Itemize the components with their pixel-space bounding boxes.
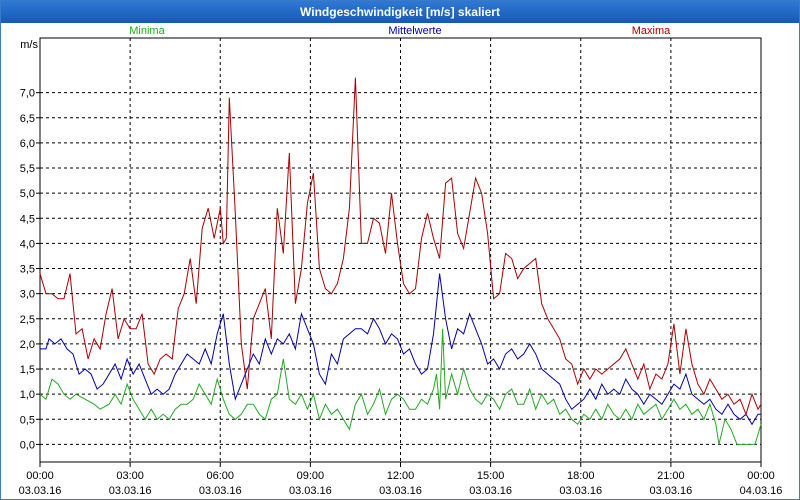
y-tick-label: 2,0 xyxy=(20,339,35,351)
y-tick-label: 1,0 xyxy=(20,389,35,401)
y-tick-label: 5,0 xyxy=(20,188,35,200)
y-tick-label: 4,0 xyxy=(20,238,35,250)
x-tick-time: 00:00 xyxy=(747,470,775,482)
y-tick-label: 4,5 xyxy=(20,213,35,225)
y-tick-label: 0,5 xyxy=(20,414,35,426)
y-tick-label: 2,5 xyxy=(20,314,35,326)
x-tick-time: 12:00 xyxy=(387,470,415,482)
y-tick-label: 5,5 xyxy=(20,163,35,175)
y-tick-label: 7,0 xyxy=(20,88,35,100)
legend-maxima: Maxima xyxy=(632,25,671,37)
x-tick-time: 00:00 xyxy=(26,470,54,482)
x-tick-time: 15:00 xyxy=(477,470,505,482)
x-tick-date: 03.03.16 xyxy=(109,485,152,497)
x-tick-time: 03:00 xyxy=(116,470,144,482)
y-tick-label: 3,5 xyxy=(20,264,35,276)
x-tick-time: 18:00 xyxy=(567,470,595,482)
x-tick-date: 03.03.16 xyxy=(559,485,602,497)
x-tick-date: 03.03.16 xyxy=(289,485,332,497)
x-tick-date: 03.03.16 xyxy=(199,485,242,497)
legend-minima: Minima xyxy=(129,25,165,37)
wind-speed-chart: 0,0 0,5 1,0 1,5 2,0 2,5 3,0 3,5 4,0 4,5 5,0 5,5 6,0 6… xyxy=(19,25,783,497)
y-tick-label: 1,5 xyxy=(20,364,35,376)
legend-mittel: Mittelwerte xyxy=(388,25,441,37)
y-tick-label: 0,0 xyxy=(20,439,35,451)
x-tick-date: 03.03.16 xyxy=(649,485,692,497)
x-tick-date: 03.03.16 xyxy=(19,485,62,497)
x-tick-date: 03.03.16 xyxy=(469,485,512,497)
x-tick-time: 06:00 xyxy=(206,470,234,482)
y-tick-label: 6,5 xyxy=(20,113,35,125)
y-axis-label: m/s xyxy=(20,39,38,51)
x-tick-time: 09:00 xyxy=(297,470,325,482)
x-tick-date: 03.03.16 xyxy=(379,485,422,497)
y-tick-label: 3,0 xyxy=(20,289,35,301)
x-tick-time: 21:00 xyxy=(657,470,685,482)
x-tick-date: 04.03.16 xyxy=(740,485,783,497)
y-tick-label: 6,0 xyxy=(20,138,35,150)
